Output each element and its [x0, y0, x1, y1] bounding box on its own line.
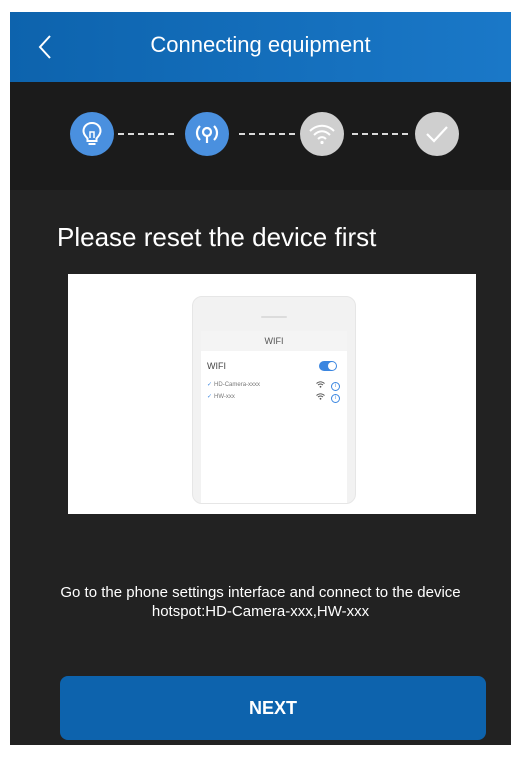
wifi-setting-label: WIFI: [207, 361, 226, 371]
next-button[interactable]: NEXT: [60, 676, 486, 740]
instruction-text: Go to the phone settings interface and c…: [40, 583, 481, 621]
instruction-line: hotspot:HD-Camera-xxx,HW-xxx: [151, 603, 370, 620]
info-icon: i: [331, 394, 340, 403]
step-connector: [118, 133, 174, 135]
header-bar: Connecting equipment: [10, 12, 511, 82]
section-heading: Please reset the device first: [57, 222, 377, 252]
app-screen: Connecting equipment Please reset the de…: [10, 12, 511, 745]
hotspot-icon: [195, 125, 219, 143]
check-icon: ✓: [207, 382, 213, 388]
step-connector: [239, 133, 295, 135]
wifi-signal-icon: [316, 393, 325, 402]
phone-mockup: WIFI WIFI ✓ HD-Camera-xxxx i ✓ HW-xxx i: [192, 296, 356, 504]
progress-steps: [10, 82, 511, 190]
check-icon: ✓: [207, 394, 213, 400]
network-item: ✓ HD-Camera-xxxx i: [207, 381, 343, 393]
step-wifi: [300, 112, 344, 156]
step-reset: [70, 112, 114, 156]
step-hotspot: [185, 112, 229, 156]
wifi-icon: [309, 124, 335, 145]
phone-screen: WIFI WIFI ✓ HD-Camera-xxxx i ✓ HW-xxx i: [201, 331, 347, 503]
instruction-panel: Please reset the device first WIFI WIFI …: [10, 190, 511, 745]
page-title: Connecting equipment: [150, 32, 371, 57]
instruction-line: Go to the phone settings interface and c…: [60, 584, 461, 601]
network-item: ✓ HW-xxx i: [207, 393, 343, 405]
step-done: [415, 112, 459, 156]
step-connector: [352, 133, 408, 135]
wifi-toggle: [319, 361, 337, 371]
phone-illustration: WIFI WIFI ✓ HD-Camera-xxxx i ✓ HW-xxx i: [68, 274, 476, 514]
lightbulb-icon: [82, 121, 102, 145]
wifi-screen-title: WIFI: [201, 331, 347, 351]
info-icon: i: [331, 382, 340, 391]
check-icon: [426, 126, 448, 143]
phone-speaker: [261, 316, 287, 318]
wifi-signal-icon: [316, 381, 325, 390]
